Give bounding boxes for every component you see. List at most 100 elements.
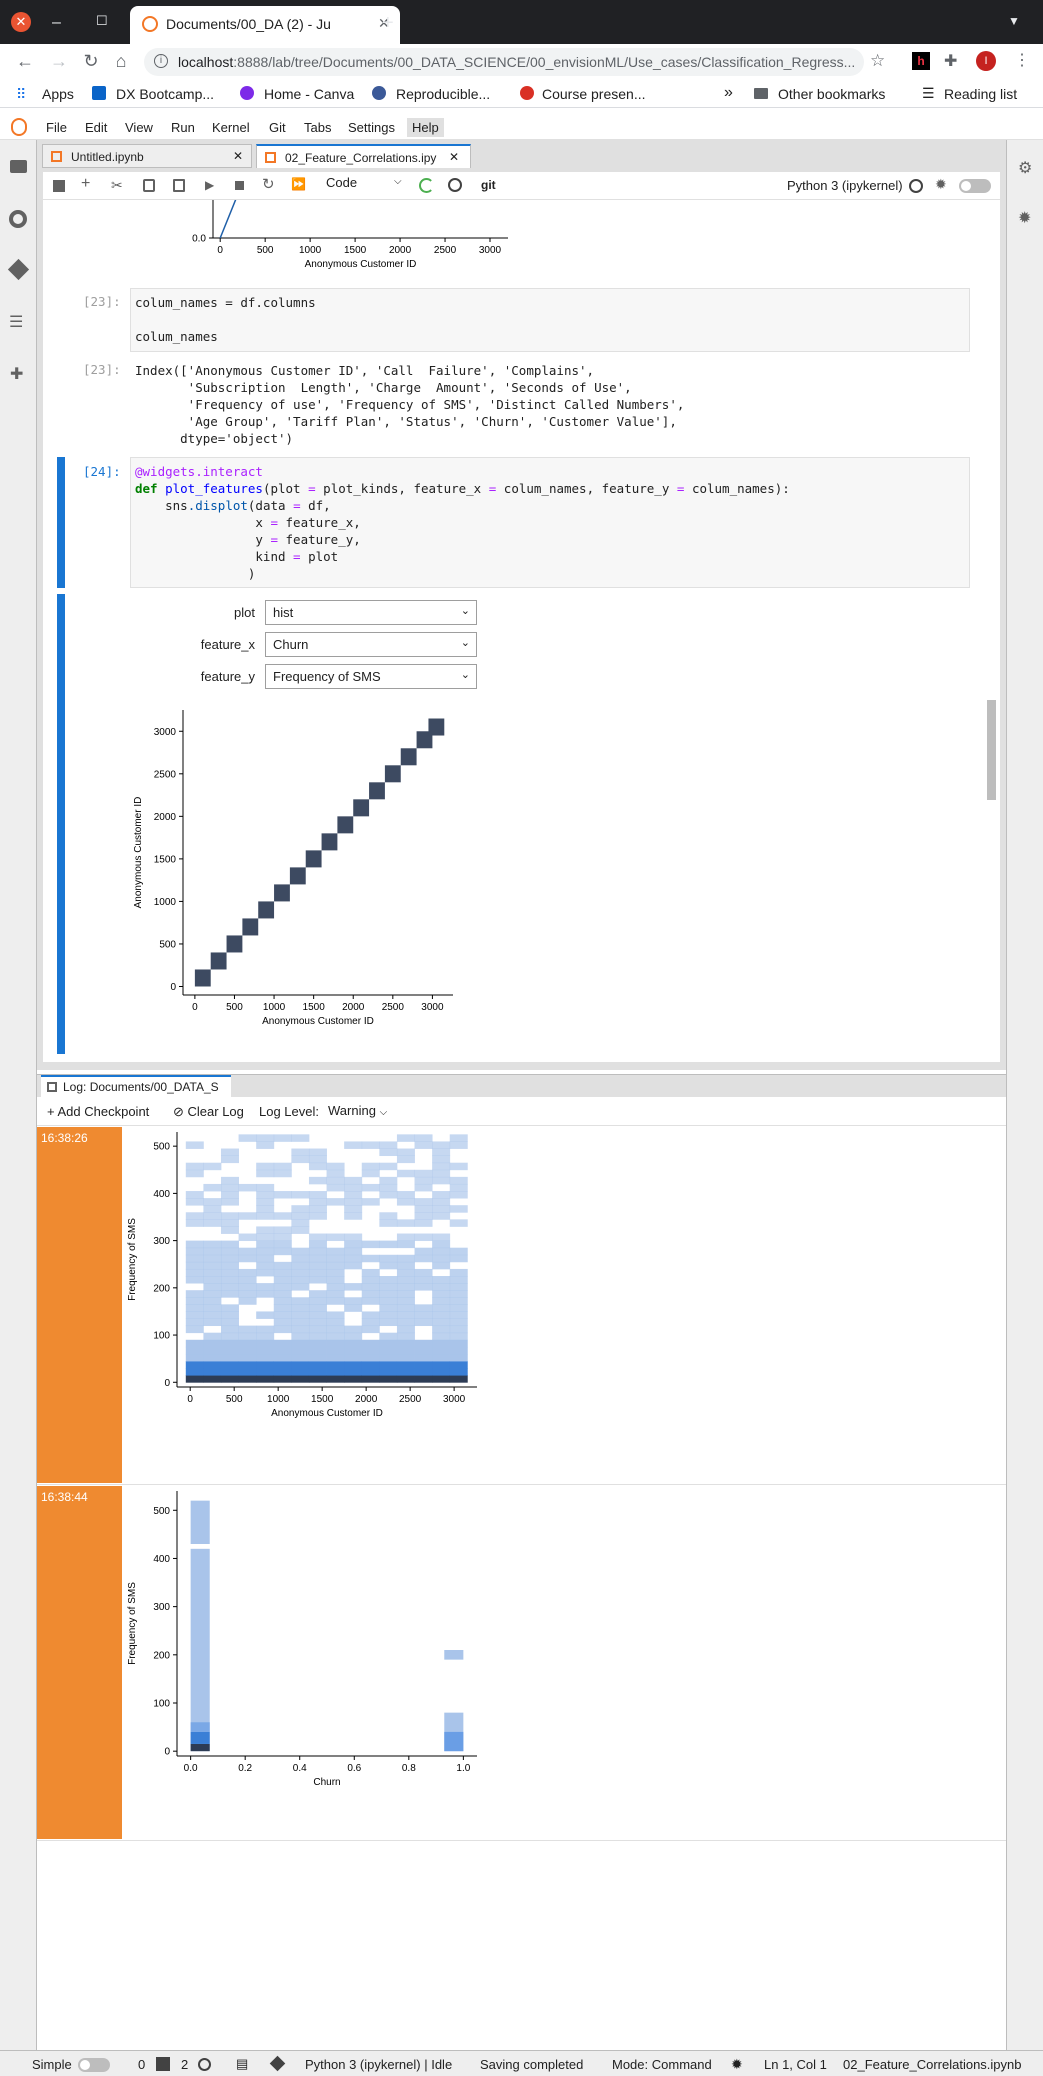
heatmap-cell xyxy=(396,1304,415,1312)
heatmap-cell xyxy=(220,1311,239,1319)
heatmap-cell xyxy=(344,1283,363,1291)
heatmap-cell xyxy=(308,1162,327,1171)
profile-avatar[interactable]: I xyxy=(976,51,996,71)
bookmark-canva[interactable]: Home - Canva xyxy=(264,86,354,102)
clock-icon[interactable] xyxy=(448,178,462,192)
reload-icon[interactable]: ↻ xyxy=(78,48,104,74)
debugger-icon[interactable]: ✹ xyxy=(1018,208,1031,228)
property-inspector-icon[interactable]: ⚙ xyxy=(1018,158,1032,178)
heatmap-cell xyxy=(432,1346,451,1355)
log-level-select[interactable]: Warning ⌵ xyxy=(328,1103,387,1118)
heatmap-bar-segment xyxy=(444,1731,464,1752)
close-tab-icon[interactable]: ✕ xyxy=(233,149,243,163)
bookmark-star-icon[interactable]: ☆ xyxy=(870,51,885,71)
extension-icon[interactable]: h xyxy=(912,52,930,70)
heatmap-cell xyxy=(396,1332,415,1341)
simple-mode-toggle[interactable] xyxy=(78,2058,110,2072)
extensions-puzzle-icon[interactable]: ✚ xyxy=(944,51,957,71)
heatmap-cell xyxy=(396,1254,415,1263)
menu-settings[interactable]: Settings xyxy=(348,120,395,135)
cut-icon[interactable]: ✂ xyxy=(111,177,123,194)
back-icon[interactable]: ← xyxy=(12,48,38,74)
add-checkpoint-button[interactable]: + Add Checkpoint xyxy=(47,1104,149,1119)
console-icon[interactable]: ▤ xyxy=(236,2056,248,2072)
home-icon[interactable]: ⌂ xyxy=(108,48,134,74)
heatmap-cell xyxy=(414,1268,433,1277)
more-bookmarks-icon[interactable]: » xyxy=(724,84,733,102)
info-icon[interactable]: i xyxy=(154,54,168,68)
heatmap-cell xyxy=(361,1268,380,1277)
heatmap-cell xyxy=(414,1219,433,1227)
browser-tab[interactable]: Documents/00_DA (2) - Ju ✕ xyxy=(130,6,400,44)
address-bar[interactable]: i localhost:8888/lab/tree/Documents/00_D… xyxy=(144,48,885,76)
git-status-icon[interactable] xyxy=(269,2055,286,2072)
close-window-button[interactable]: ✕ xyxy=(11,12,31,32)
log-entry-1-timestamp: 16:38:26 xyxy=(37,1127,122,1483)
bug-icon[interactable]: ✹ xyxy=(731,2056,743,2073)
tab-feature-correlations[interactable]: 02_Feature_Correlations.ipy ✕ xyxy=(256,144,471,168)
plot-dropdown[interactable]: hist ⌄ xyxy=(265,600,477,625)
paste-icon[interactable] xyxy=(173,179,185,192)
extension-manager-icon[interactable]: ✚ xyxy=(10,364,23,384)
stop-icon[interactable] xyxy=(235,181,244,190)
notebook-scrollbar[interactable] xyxy=(987,700,996,800)
kernel-name[interactable]: Python 3 (ipykernel) xyxy=(787,178,903,193)
y-tick-label: 300 xyxy=(153,1236,170,1247)
reading-list[interactable]: Reading list xyxy=(944,86,1017,102)
heatmap-cell xyxy=(449,1247,468,1256)
feature-y-dropdown[interactable]: Frequency of SMS ⌄ xyxy=(265,664,477,689)
x-tick-label: 1500 xyxy=(303,1002,326,1013)
forward-icon[interactable]: → xyxy=(46,48,72,74)
heatmap-cell xyxy=(220,1325,239,1334)
close-tab-icon[interactable]: ✕ xyxy=(449,150,459,164)
menu-help[interactable]: Help xyxy=(407,118,444,137)
heatmap-cell xyxy=(361,1141,380,1149)
chrome-menu-icon[interactable]: ⋮ xyxy=(1014,50,1030,70)
heatmap-cell xyxy=(273,1346,292,1355)
file-browser-icon[interactable] xyxy=(10,160,27,173)
fast-forward-icon[interactable]: ⏩ xyxy=(291,177,306,191)
running-sessions-icon[interactable] xyxy=(9,210,27,228)
bookmark-reproducible[interactable]: Reproducible... xyxy=(396,86,490,102)
histogram-bin xyxy=(428,718,445,736)
menu-edit[interactable]: Edit xyxy=(85,120,107,135)
tab-search-icon[interactable]: ▼ xyxy=(1008,14,1020,28)
run-icon[interactable]: ▶ xyxy=(205,178,214,192)
new-tab-button[interactable]: + xyxy=(382,12,394,35)
other-bookmarks[interactable]: Other bookmarks xyxy=(778,86,885,102)
heatmap-cell xyxy=(396,1311,415,1319)
maximize-icon[interactable]: ☐ xyxy=(96,13,108,29)
git-icon[interactable] xyxy=(7,258,30,281)
git-toolbar-label[interactable]: git xyxy=(481,178,496,192)
bug-icon[interactable]: ✹ xyxy=(935,176,947,193)
save-icon[interactable] xyxy=(53,180,65,192)
log-tab[interactable]: Log: Documents/00_DATA_S xyxy=(41,1075,231,1097)
restart-icon[interactable]: ↻ xyxy=(262,175,275,193)
kernel-status[interactable]: Python 3 (ipykernel) | Idle xyxy=(305,2057,452,2072)
table-of-contents-icon[interactable]: ☰ xyxy=(9,312,23,332)
cell-type-select[interactable]: Code ⌵ xyxy=(326,175,406,195)
add-cell-icon[interactable]: + xyxy=(81,175,90,193)
bookmark-course[interactable]: Course presen... xyxy=(542,86,646,102)
apps-grid-icon[interactable]: ⠿ xyxy=(16,86,26,103)
bookmark-apps[interactable]: Apps xyxy=(42,86,74,102)
cell-23-editor[interactable]: colum_names = df.columns colum_names xyxy=(130,288,970,352)
menu-git[interactable]: Git xyxy=(269,120,286,135)
copy-icon[interactable] xyxy=(143,179,155,192)
heatmap-cell xyxy=(256,1311,275,1319)
debugger-toggle[interactable] xyxy=(959,179,991,193)
menu-run[interactable]: Run xyxy=(171,120,195,135)
y-tick-label: 500 xyxy=(153,1506,170,1517)
bookmark-dx-bootcamp[interactable]: DX Bootcamp... xyxy=(116,86,214,102)
menu-tabs[interactable]: Tabs xyxy=(304,120,331,135)
menu-kernel[interactable]: Kernel xyxy=(212,120,250,135)
heatmap-cell xyxy=(432,1283,451,1291)
cell-24-editor[interactable]: @widgets.interact def plot_features(plot… xyxy=(130,457,970,588)
minimize-icon[interactable]: – xyxy=(52,14,61,32)
cursor-position[interactable]: Ln 1, Col 1 xyxy=(764,2057,827,2072)
feature-x-dropdown[interactable]: Churn ⌄ xyxy=(265,632,477,657)
clear-log-button[interactable]: ⊘ Clear Log xyxy=(173,1104,244,1120)
menu-file[interactable]: File xyxy=(46,120,67,135)
tab-untitled[interactable]: Untitled.ipynb ✕ xyxy=(42,144,252,168)
menu-view[interactable]: View xyxy=(125,120,153,135)
